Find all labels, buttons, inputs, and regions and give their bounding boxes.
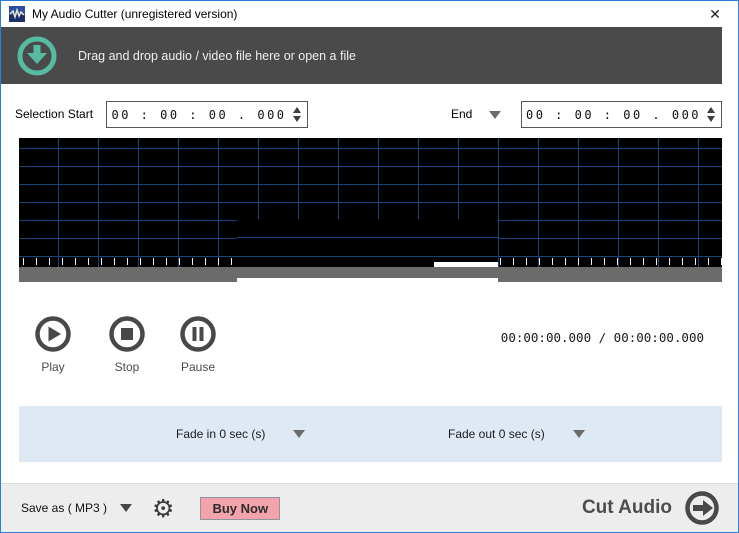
selection-start-label: Selection Start bbox=[15, 107, 94, 121]
fade-out-dropdown[interactable]: Fade out 0 sec (s) bbox=[448, 406, 585, 462]
waveform-ruler-ticks bbox=[500, 258, 722, 265]
pause-label: Pause bbox=[180, 360, 216, 374]
app-window: My Audio Cutter (unregistered version) ✕… bbox=[0, 0, 739, 533]
end-dropdown-icon[interactable] bbox=[489, 111, 501, 119]
spinner-down-icon[interactable] bbox=[707, 116, 715, 122]
app-logo-icon bbox=[9, 6, 25, 22]
cut-audio-button[interactable]: Cut Audio bbox=[582, 497, 672, 519]
drop-zone-text: Drag and drop audio / video file here or… bbox=[78, 48, 356, 63]
waveform-scrollbar[interactable] bbox=[19, 267, 722, 282]
pause-icon bbox=[180, 316, 216, 352]
selection-end-spinner[interactable] bbox=[705, 107, 721, 122]
stop-icon bbox=[109, 316, 145, 352]
selection-start-value[interactable]: 00 : 00 : 00 . 000 bbox=[107, 108, 291, 122]
selection-end-label: End bbox=[451, 107, 473, 121]
chevron-down-icon[interactable] bbox=[572, 430, 585, 438]
stop-label: Stop bbox=[114, 360, 140, 374]
stop-button[interactable]: Stop bbox=[103, 315, 151, 374]
spinner-up-icon[interactable] bbox=[293, 107, 301, 113]
fade-options-strip: Fade in 0 sec (s) Fade out 0 sec (s) bbox=[19, 406, 722, 462]
play-button[interactable]: Play bbox=[29, 315, 77, 374]
title-bar: My Audio Cutter (unregistered version) ✕ bbox=[1, 1, 738, 27]
pause-button[interactable]: Pause bbox=[174, 315, 222, 374]
play-label: Play bbox=[41, 360, 65, 374]
save-as-format-label[interactable]: Save as ( MP3 ) bbox=[21, 501, 107, 515]
drop-zone[interactable]: Drag and drop audio / video file here or… bbox=[1, 27, 722, 84]
play-icon bbox=[35, 316, 71, 352]
scrollbar-gap bbox=[237, 278, 498, 282]
window-title: My Audio Cutter (unregistered version) bbox=[32, 7, 238, 21]
buy-now-button[interactable]: Buy Now bbox=[200, 496, 281, 520]
waveform-panel bbox=[19, 138, 722, 282]
settings-gear-icon[interactable]: ⚙ bbox=[152, 496, 174, 521]
close-icon[interactable]: ✕ bbox=[698, 1, 732, 27]
selection-end-input[interactable]: 00 : 00 : 00 . 000 bbox=[521, 101, 722, 128]
selection-start-spinner[interactable] bbox=[291, 107, 307, 122]
waveform-selection-region bbox=[237, 219, 498, 267]
fade-in-dropdown[interactable]: Fade in 0 sec (s) bbox=[176, 406, 306, 462]
bottom-bar: Save as ( MP3 ) ⚙ Buy Now Cut Audio bbox=[1, 483, 738, 532]
save-as-dropdown-icon[interactable] bbox=[120, 504, 133, 512]
spinner-up-icon[interactable] bbox=[707, 107, 715, 113]
fade-out-label: Fade out 0 sec (s) bbox=[448, 427, 545, 441]
waveform-ruler-ticks bbox=[23, 258, 237, 265]
fade-in-label: Fade in 0 sec (s) bbox=[176, 427, 266, 441]
cut-audio-arrow-icon[interactable] bbox=[684, 490, 720, 526]
download-circle-icon bbox=[17, 36, 57, 75]
selection-end-value[interactable]: 00 : 00 : 00 . 000 bbox=[522, 108, 705, 122]
playback-time-display: 00:00:00.000 / 00:00:00.000 bbox=[500, 330, 704, 345]
spinner-down-icon[interactable] bbox=[293, 116, 301, 122]
selection-start-input[interactable]: 00 : 00 : 00 . 000 bbox=[106, 101, 308, 128]
chevron-down-icon[interactable] bbox=[293, 430, 306, 438]
